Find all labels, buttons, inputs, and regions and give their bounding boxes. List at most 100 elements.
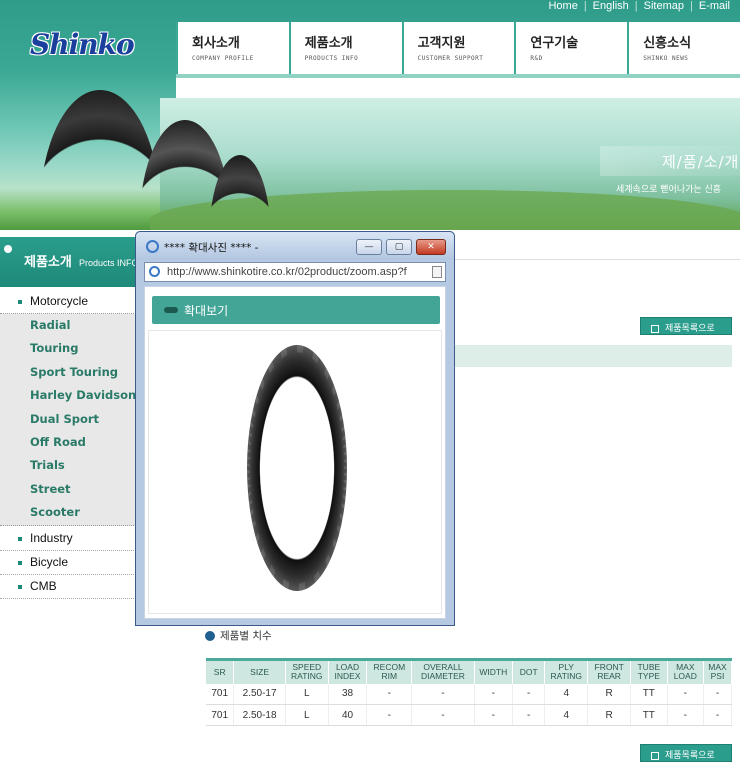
sidebar-item-industry[interactable]: Industry bbox=[0, 527, 140, 551]
top-link-home[interactable]: Home bbox=[542, 0, 583, 14]
bullet-icon bbox=[18, 584, 22, 589]
nav-label: 신흥소식 bbox=[643, 36, 692, 51]
column-header: MAX PSI bbox=[703, 658, 732, 684]
submenu-off-road[interactable]: Off Road bbox=[0, 431, 140, 454]
column-header-text: DOT bbox=[519, 666, 538, 677]
table-cell: - bbox=[512, 683, 546, 705]
table-cell: 701 bbox=[206, 683, 235, 705]
column-header-text: INDEX bbox=[334, 671, 361, 682]
table-row: 701 2.50-17 L 38- - - -4 R TT - - bbox=[206, 683, 732, 705]
table-cell: - bbox=[703, 704, 732, 726]
submenu-radial[interactable]: Radial bbox=[0, 314, 140, 337]
back-to-list-button-bottom[interactable]: 제품목록으로 bbox=[640, 744, 732, 762]
page-root: Shinko Home | English | Sitemap | E-mail 회사… bbox=[0, 0, 740, 769]
page-icon bbox=[432, 266, 442, 278]
table-cell: R bbox=[587, 683, 632, 705]
top-link-email[interactable]: E-mail bbox=[693, 0, 736, 14]
page-title: 제/품/소/개 bbox=[600, 146, 740, 176]
table-cell: - bbox=[411, 683, 475, 705]
table-body: 701 2.50-17 L 38- - - -4 R TT - -701 2.50-18 L 40- - - -… bbox=[206, 683, 732, 726]
sidebar-submenu: Radial Touring Sport Touring Harley Davi… bbox=[0, 314, 140, 526]
column-header-text: DIAMETER bbox=[420, 671, 465, 682]
nav-label: 회사소개 bbox=[192, 36, 240, 51]
sidebar-title-en: Products INFO bbox=[78, 258, 139, 268]
window-title: **** 확대사진 **** - bbox=[164, 242, 259, 254]
nav-label: 연구기술 bbox=[530, 36, 579, 51]
table-cell: 40 bbox=[328, 704, 368, 726]
spec-section-title: 제품별 치수 bbox=[205, 628, 272, 643]
table-cell: TT bbox=[630, 704, 668, 726]
spec-title-text: 제품별 치수 bbox=[220, 630, 272, 642]
main-nav: 회사소개 COMPANY PROFILE 제품소개 PRODUCTS INFO … bbox=[176, 22, 740, 74]
top-link-english[interactable]: English bbox=[587, 0, 635, 14]
table-cell: - bbox=[366, 704, 413, 726]
table-cell: - bbox=[411, 704, 475, 726]
nav-shinko-news[interactable]: 신흥소식 SHINKO NEWS bbox=[627, 22, 740, 74]
table-cell: - bbox=[667, 683, 705, 705]
submenu-dual-sport[interactable]: Dual Sport bbox=[0, 408, 140, 431]
sidebar-item-label: CMB bbox=[30, 579, 57, 593]
nav-company-profile[interactable]: 회사소개 COMPANY PROFILE bbox=[176, 22, 289, 74]
table-cell: - bbox=[667, 704, 705, 726]
submenu-sport-touring[interactable]: Sport Touring bbox=[0, 361, 140, 384]
table-cell: 38 bbox=[328, 683, 368, 705]
submenu-harley-davidson[interactable]: Harley Davidson bbox=[0, 384, 140, 407]
back-to-list-button[interactable]: 제품목록으로 bbox=[640, 317, 732, 335]
nav-submenu-strip bbox=[176, 74, 740, 98]
column-header-text: LOAD bbox=[673, 671, 697, 682]
sidebar-item-cmb[interactable]: CMB bbox=[0, 575, 140, 599]
sidebar-item-motorcycle[interactable]: Motorcycle bbox=[0, 290, 140, 314]
column-header: RECOM RIM bbox=[366, 658, 413, 684]
nav-products-info[interactable]: 제품소개 PRODUCTS INFO bbox=[288, 22, 402, 74]
shinko-logo[interactable]: Shinko bbox=[30, 28, 135, 61]
top-links: Home | English | Sitemap | E-mail bbox=[542, 0, 736, 14]
popup-body: 확대보기 bbox=[144, 286, 446, 619]
sidebar-header: 제품소개 Products INFO bbox=[0, 237, 140, 287]
column-header-text: RATING bbox=[291, 671, 323, 682]
close-button[interactable]: ✕ bbox=[416, 239, 446, 255]
tire-image-frame bbox=[148, 330, 442, 614]
table-cell: R bbox=[587, 704, 632, 726]
column-header-text: REAR bbox=[597, 671, 621, 682]
table-cell: - bbox=[366, 683, 413, 705]
column-header-text: SR bbox=[213, 666, 226, 677]
table-cell: L bbox=[285, 683, 329, 705]
spec-table: SR SIZE SPEED RATING LOAD INDEX RECOM RIM OVERAL… bbox=[206, 658, 732, 726]
table-cell: - bbox=[512, 704, 546, 726]
product-name-bar bbox=[452, 345, 732, 367]
nav-sublabel: SHINKO NEWS bbox=[643, 55, 689, 62]
button-label: 제품목록으로 bbox=[665, 751, 715, 761]
sidebar-item-label: Industry bbox=[30, 531, 73, 545]
submenu-trials[interactable]: Trials bbox=[0, 454, 140, 477]
column-header: LOAD INDEX bbox=[328, 658, 368, 684]
column-header: PLY RATING bbox=[544, 658, 589, 684]
nav-rnd[interactable]: 연구기술 R&D bbox=[514, 22, 627, 74]
window-titlebar[interactable]: **** 확대사진 **** - — ▢ ✕ bbox=[136, 232, 454, 260]
submenu-scooter[interactable]: Scooter bbox=[0, 501, 140, 524]
table-cell: 2.50-18 bbox=[233, 704, 286, 726]
submenu-street[interactable]: Street bbox=[0, 478, 140, 501]
column-header-text: SIZE bbox=[250, 666, 270, 677]
table-cell: 4 bbox=[544, 704, 589, 726]
minimize-button[interactable]: — bbox=[356, 239, 382, 255]
maximize-button[interactable]: ▢ bbox=[386, 239, 412, 255]
column-header: SIZE bbox=[233, 658, 286, 684]
nav-label: 제품소개 bbox=[304, 36, 353, 51]
page-subtitle: 세계속으로 뻗어나가는 신흥 bbox=[616, 185, 722, 195]
ie-icon bbox=[149, 266, 160, 277]
table-header-row: SR SIZE SPEED RATING LOAD INDEX RECOM RIM OVERAL… bbox=[206, 658, 732, 684]
address-bar[interactable]: http://www.shinkotire.co.kr/02product/zo… bbox=[144, 262, 446, 282]
column-header: SR bbox=[206, 658, 235, 684]
submenu-touring[interactable]: Touring bbox=[0, 337, 140, 360]
pill-icon bbox=[164, 307, 178, 313]
sidebar-item-bicycle[interactable]: Bicycle bbox=[0, 551, 140, 575]
nav-sublabel: COMPANY PROFILE bbox=[192, 55, 254, 62]
zoom-popup-window: **** 확대사진 **** - — ▢ ✕ http://www.shinko… bbox=[135, 231, 455, 626]
column-header: SPEED RATING bbox=[285, 658, 329, 684]
table-cell: - bbox=[474, 683, 514, 705]
top-link-sitemap[interactable]: Sitemap bbox=[638, 0, 690, 14]
table-cell: 2.50-17 bbox=[233, 683, 286, 705]
nav-customer-support[interactable]: 고객지원 CUSTOMER SUPPORT bbox=[401, 22, 515, 74]
nav-label: 고객지원 bbox=[417, 36, 466, 51]
tire-image bbox=[247, 345, 347, 591]
